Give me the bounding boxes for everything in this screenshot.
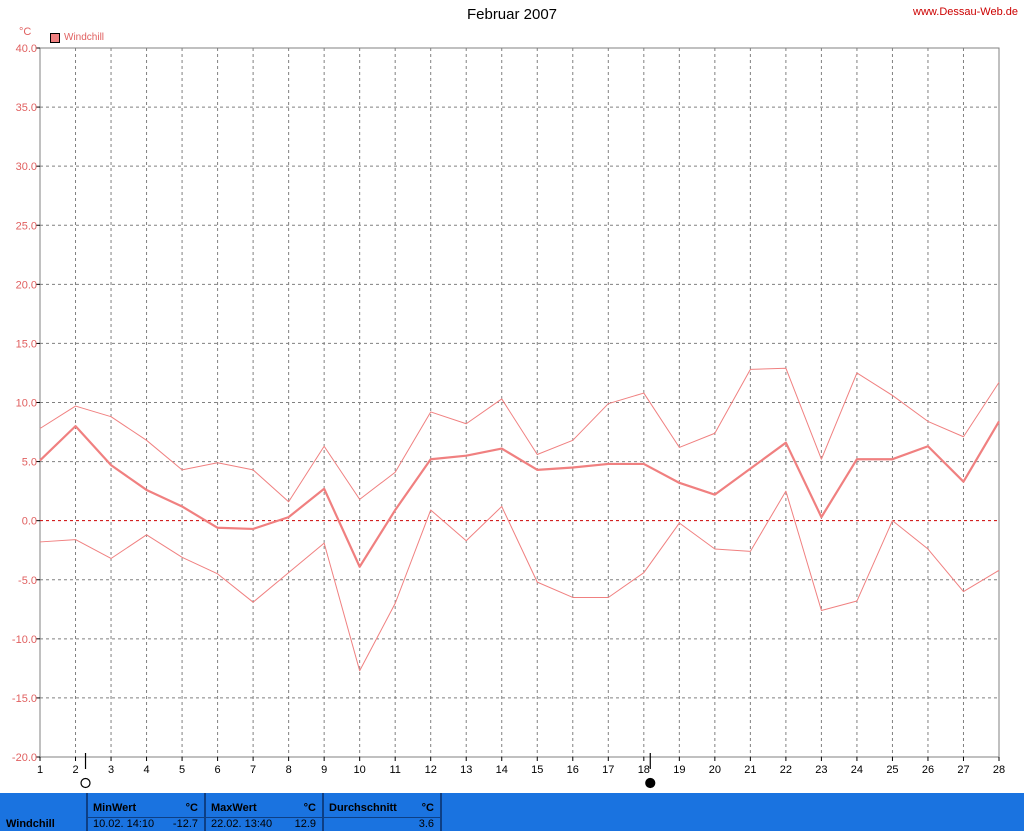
avg-header: Durchschnitt <box>329 802 397 814</box>
y-tick-label: 10.0 <box>16 398 37 410</box>
x-tick-label: 28 <box>993 764 1005 776</box>
x-tick-label: 4 <box>143 764 149 776</box>
min-value: -12.7 <box>172 818 198 830</box>
x-tick-label: 17 <box>602 764 614 776</box>
x-tick-label: 7 <box>250 764 256 776</box>
footer-empty-area <box>442 793 1024 831</box>
max-header: MaxWert <box>211 802 257 814</box>
x-tick-label: 22 <box>780 764 792 776</box>
plot-frame <box>39 47 1000 758</box>
x-tick-label: 25 <box>886 764 898 776</box>
avg-value: 3.6 <box>418 818 434 830</box>
max-unit: °C <box>303 802 316 814</box>
footer-series-cell: Windchill <box>0 793 88 831</box>
x-tick-label: 5 <box>179 764 185 776</box>
x-tick-label: 26 <box>922 764 934 776</box>
y-tick-label: 0.0 <box>22 516 37 528</box>
x-tick-label: 27 <box>957 764 969 776</box>
footer-max-cell: MaxWert °C 22.02. 13:40 12.9 <box>206 793 324 831</box>
footer-avg-cell: Durchschnitt °C 3.6 <box>324 793 442 831</box>
y-tick-label: 20.0 <box>16 279 37 291</box>
x-tick-label: 11 <box>389 764 400 776</box>
y-tick-label: 15.0 <box>16 338 37 350</box>
x-tick-label: 1 <box>37 764 43 776</box>
series-line-min <box>39 490 1000 672</box>
footer-min-cell: MinWert °C 10.02. 14:10 -12.7 <box>88 793 206 831</box>
x-tick-label: 6 <box>215 764 221 776</box>
min-datetime: 10.02. 14:10 <box>93 818 155 830</box>
x-tick-label: 13 <box>460 764 472 776</box>
min-header: MinWert <box>93 802 137 814</box>
x-tick-label: 18 <box>638 764 650 776</box>
x-tick-label: 3 <box>108 764 114 776</box>
avg-unit: °C <box>421 802 434 814</box>
x-tick-label: 12 <box>425 764 437 776</box>
summary-footer: Windchill MinWert °C 10.02. 14:10 -12.7 … <box>0 793 1024 831</box>
y-tick-label: 25.0 <box>16 220 37 232</box>
y-tick-label: -15.0 <box>12 693 37 705</box>
x-tick-label: 14 <box>496 764 508 776</box>
x-tick-label: 20 <box>709 764 721 776</box>
max-datetime: 22.02. 13:40 <box>211 818 273 830</box>
y-tick-label: 30.0 <box>16 161 37 173</box>
y-tick-label: -20.0 <box>12 752 37 764</box>
x-tick-label: 10 <box>354 764 366 776</box>
x-tick-label: 8 <box>286 764 292 776</box>
x-tick-label: 2 <box>72 764 78 776</box>
footer-series-label: Windchill <box>6 818 55 830</box>
x-tick-label: 9 <box>321 764 327 776</box>
max-value: 12.9 <box>294 818 316 830</box>
y-tick-label: -5.0 <box>18 575 37 587</box>
y-tick-label: 40.0 <box>16 43 37 55</box>
y-tick-label: -10.0 <box>12 634 37 646</box>
x-tick-label: 16 <box>567 764 579 776</box>
y-tick-label: 35.0 <box>16 102 37 114</box>
full-moon-icon <box>80 777 91 789</box>
min-unit: °C <box>185 802 198 814</box>
new-moon-icon <box>645 777 656 789</box>
x-tick-label: 19 <box>673 764 685 776</box>
series-line-max <box>39 367 1000 503</box>
x-tick-label: 21 <box>744 764 756 776</box>
x-tick-label: 15 <box>531 764 543 776</box>
chart-plot: 40.0 35.0 30.0 25.0 20.0 15.0 10.0 5.0 0.0 -5.0 -1… <box>12 43 1005 789</box>
x-tick-label: 24 <box>851 764 863 776</box>
y-tick-label: 5.0 <box>22 457 37 469</box>
x-tick-label: 23 <box>815 764 827 776</box>
